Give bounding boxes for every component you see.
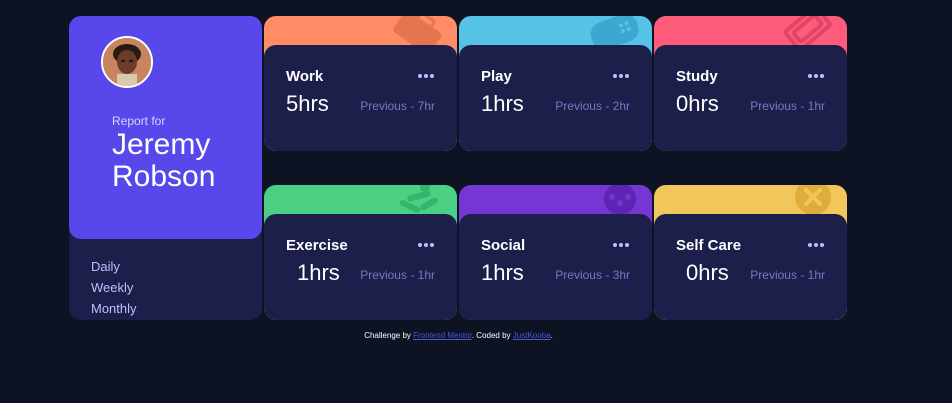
ellipsis-icon[interactable] [417, 240, 435, 250]
card-current-hours: 1hrs [481, 260, 524, 285]
card-social: Social 1hrs Previous - 3hr [459, 185, 652, 320]
card-body: Play 1hrs Previous - 2hr [459, 45, 652, 151]
card-current-hours: 0hrs [686, 260, 729, 285]
profile-header: Report for Jeremy Robson [69, 16, 262, 239]
period-selector: Daily Weekly Monthly [91, 256, 137, 319]
report-for-label: Report for [112, 114, 166, 128]
profile-name: Jeremy Robson [112, 128, 216, 193]
card-body: Social 1hrs Previous - 3hr [459, 214, 652, 320]
card-body: Self Care 0hrs Previous - 1hr [654, 214, 847, 320]
period-daily[interactable]: Daily [91, 256, 137, 277]
author-link[interactable]: JustKooba [513, 331, 551, 340]
card-current-hours: 0hrs [676, 91, 719, 116]
card-body: Study 0hrs Previous - 1hr [654, 45, 847, 151]
card-title: Social [481, 237, 526, 254]
ellipsis-icon[interactable] [612, 240, 630, 250]
card-title: Play [481, 68, 512, 85]
attribution-suffix: . [550, 331, 553, 340]
card-previous-hours: Previous - 7hr [360, 99, 435, 113]
card-previous-hours: Previous - 1hr [360, 268, 435, 282]
card-current-hours: 1hrs [297, 260, 340, 285]
card-play: Play 1hrs Previous - 2hr [459, 16, 652, 151]
card-body: Work 5hrs Previous - 7hr [264, 45, 457, 151]
frontend-mentor-link[interactable]: Frontend Mentor [413, 331, 472, 340]
avatar [101, 36, 153, 88]
card-current-hours: 5hrs [286, 91, 329, 116]
card-title: Self Care [676, 237, 742, 254]
profile-card: Report for Jeremy Robson Daily Weekly Mo… [69, 16, 262, 320]
card-work: Work 5hrs Previous - 7hr [264, 16, 457, 151]
card-previous-hours: Previous - 3hr [555, 268, 630, 282]
card-exercise: Exercise 1hrs Previous - 1hr [264, 185, 457, 320]
period-monthly[interactable]: Monthly [91, 298, 137, 319]
card-title: Work [286, 68, 324, 85]
card-body: Exercise 1hrs Previous - 1hr [264, 214, 457, 320]
card-title: Study [676, 68, 718, 85]
card-title: Exercise [286, 237, 348, 254]
card-previous-hours: Previous - 1hr [750, 268, 825, 282]
card-previous-hours: Previous - 1hr [750, 99, 825, 113]
card-self-care: Self Care 0hrs Previous - 1hr [654, 185, 847, 320]
ellipsis-icon[interactable] [417, 71, 435, 81]
attribution-middle: . Coded by [471, 331, 511, 340]
ellipsis-icon[interactable] [807, 240, 825, 250]
period-weekly[interactable]: Weekly [91, 277, 137, 298]
attribution-prefix: Challenge by [364, 331, 411, 340]
ellipsis-icon[interactable] [612, 71, 630, 81]
avatar-image [103, 38, 151, 86]
ellipsis-icon[interactable] [807, 71, 825, 81]
card-study: Study 0hrs Previous - 1hr [654, 16, 847, 151]
card-previous-hours: Previous - 2hr [555, 99, 630, 113]
attribution-footer: Challenge by Frontend Mentor. Coded by J… [0, 331, 917, 340]
card-current-hours: 1hrs [481, 91, 524, 116]
